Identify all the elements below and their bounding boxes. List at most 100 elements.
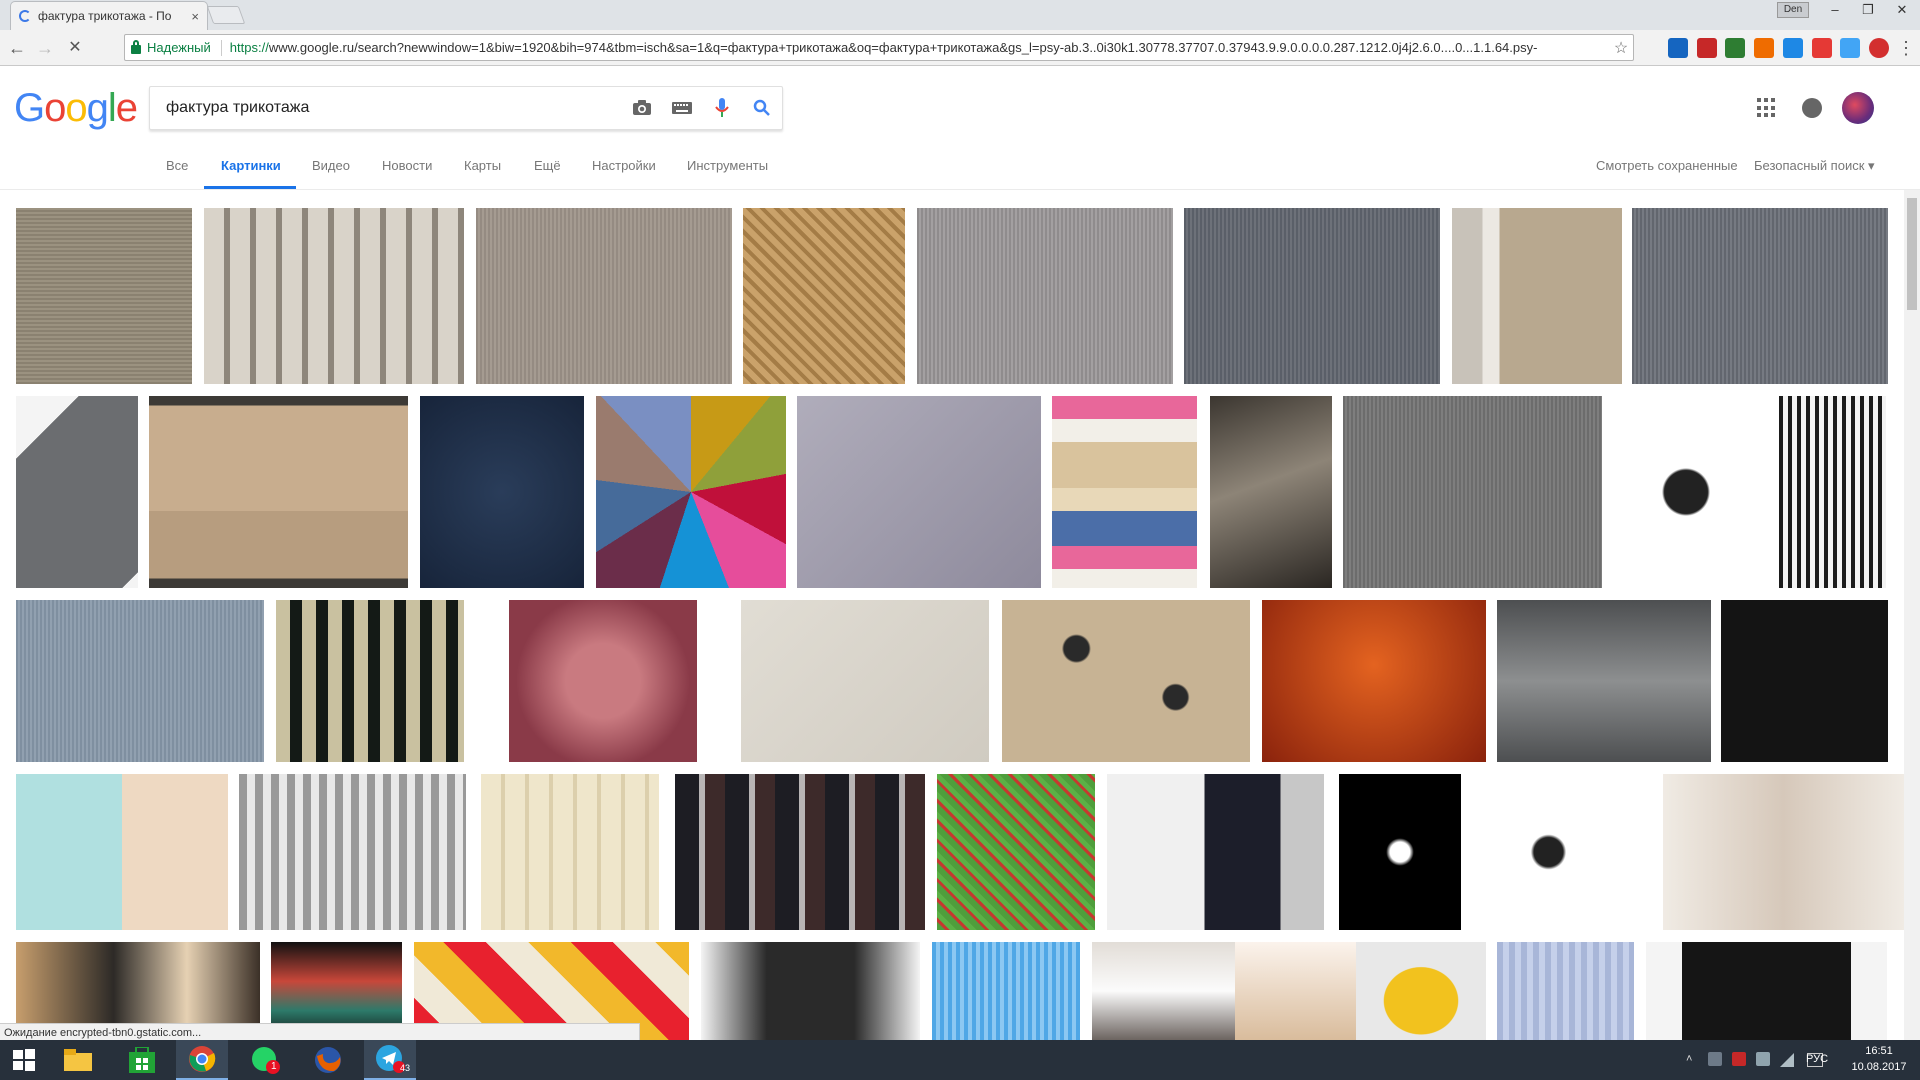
tab-images[interactable]: Картинки xyxy=(221,158,281,173)
tab-tools[interactable]: Инструменты xyxy=(687,158,768,173)
tab-close-icon[interactable]: × xyxy=(191,9,199,24)
saved-images-link[interactable]: Смотреть сохраненные xyxy=(1596,158,1738,173)
tab-more[interactable]: Ещё xyxy=(534,158,561,173)
start-button[interactable] xyxy=(0,1040,48,1080)
search-box[interactable]: фактура трикотажа xyxy=(149,86,783,130)
tab-maps[interactable]: Карты xyxy=(464,158,501,173)
image-result-fashion-sketch-figures[interactable] xyxy=(1663,774,1904,930)
scrollbar-thumb[interactable] xyxy=(1907,198,1917,310)
maximize-button[interactable]: ❐ xyxy=(1850,0,1886,20)
telegram-icon[interactable]: 43 xyxy=(364,1040,416,1080)
image-result-orange-knit[interactable] xyxy=(1262,600,1486,762)
image-result-blue-cable-knit[interactable] xyxy=(1497,942,1634,1040)
image-result-knit-pattern-chart[interactable] xyxy=(1779,396,1886,588)
volume-icon[interactable] xyxy=(1756,1052,1770,1066)
image-result-fashion-sketch[interactable] xyxy=(1235,942,1371,1040)
tab-video[interactable]: Видео xyxy=(312,158,350,173)
image-result-green-jacquard-knit[interactable] xyxy=(937,774,1095,930)
address-bar[interactable]: Надежный https://www.google.ru/search?ne… xyxy=(124,34,1634,61)
image-result-black-puff-sleeve[interactable] xyxy=(1646,942,1887,1040)
image-result-pink-boucle[interactable] xyxy=(509,600,697,762)
image-result-texture-beige-with-stripe[interactable] xyxy=(1452,208,1622,384)
image-result-leather-jacket-model[interactable] xyxy=(701,942,920,1040)
whatsapp-icon[interactable]: 1 xyxy=(240,1040,292,1080)
browser-tab[interactable]: фактура трикотажа - По × xyxy=(10,1,208,30)
image-result-black-cream-stripes[interactable] xyxy=(276,600,464,762)
extension-gift-icon[interactable] xyxy=(1812,38,1832,58)
minimize-button[interactable]: – xyxy=(1817,0,1853,20)
image-result-grey-cable-sweater[interactable] xyxy=(16,396,138,588)
profile-chip[interactable]: Den xyxy=(1777,2,1809,18)
stop-loading-icon[interactable]: ✕ xyxy=(64,37,86,59)
image-result-black-fabric[interactable] xyxy=(1721,600,1888,762)
image-result-knit-stitch-diagram[interactable] xyxy=(239,774,466,930)
image-result-fashion-dress-print[interactable] xyxy=(1107,774,1324,930)
image-result-texture-tan-diagonal-knit[interactable] xyxy=(743,208,905,384)
chrome-menu-icon[interactable]: ⋮ xyxy=(1895,37,1917,59)
chrome-taskbar-icon[interactable] xyxy=(176,1040,228,1080)
image-result-model-knit-dress[interactable] xyxy=(16,774,228,930)
image-result-woman-white-top[interactable] xyxy=(1092,942,1241,1040)
image-result-folded-knit-stack[interactable] xyxy=(1052,396,1197,588)
extension-blue-icon[interactable] xyxy=(1783,38,1803,58)
image-result-runway-models[interactable] xyxy=(675,774,925,930)
tab-all[interactable]: Все xyxy=(166,158,188,173)
camera-icon[interactable] xyxy=(622,88,662,128)
close-window-button[interactable]: ✕ xyxy=(1884,0,1920,20)
microphone-icon[interactable] xyxy=(702,88,742,128)
tray-expand-icon[interactable]: ˄ xyxy=(1686,1053,1696,1080)
image-result-blue-knit-closeup[interactable] xyxy=(932,942,1080,1040)
notifications-icon[interactable] xyxy=(1802,98,1822,118)
image-result-lilac-fabric[interactable] xyxy=(797,396,1041,588)
language-label[interactable]: РУС xyxy=(1806,1053,1828,1065)
image-result-fabric-color-swatches[interactable] xyxy=(596,396,786,588)
tab-news[interactable]: Новости xyxy=(382,158,432,173)
tray-app-icon[interactable] xyxy=(1708,1052,1722,1066)
url-text[interactable]: https://www.google.ru/search?newwindow=1… xyxy=(230,40,1609,55)
apps-grid-icon[interactable] xyxy=(1757,98,1777,118)
image-result-yellow-chunky-braid[interactable] xyxy=(1356,942,1486,1040)
image-result-lace-knit-chart[interactable] xyxy=(1614,396,1758,588)
forward-icon[interactable]: → xyxy=(34,37,56,59)
safesearch-menu[interactable]: Безопасный поиск ▾ xyxy=(1754,158,1875,174)
extension-record-icon[interactable] xyxy=(1869,38,1889,58)
image-result-texture-dark-grey-rib[interactable] xyxy=(1184,208,1440,384)
image-result-texture-grey-melange[interactable] xyxy=(1632,208,1888,384)
image-result-black-white-grunge-texture[interactable] xyxy=(1339,774,1461,930)
image-result-cream-cable-knit[interactable] xyxy=(481,774,659,930)
extension-vk-icon[interactable] xyxy=(1668,38,1688,58)
back-icon[interactable]: ← xyxy=(6,37,28,59)
image-result-grey-jersey[interactable] xyxy=(1343,396,1602,588)
image-result-texture-beige-knit[interactable] xyxy=(16,208,192,384)
keyboard-icon[interactable] xyxy=(662,88,702,128)
image-result-lace-pattern-chart[interactable] xyxy=(1480,774,1617,930)
tab-settings[interactable]: Настройки xyxy=(592,158,656,173)
bookmark-star-icon[interactable]: ☆ xyxy=(1609,38,1633,58)
avatar[interactable] xyxy=(1842,92,1874,124)
new-tab-button[interactable] xyxy=(206,6,246,24)
image-result-knit-lace-garment[interactable] xyxy=(1210,396,1332,588)
extension-shield-icon[interactable] xyxy=(1697,38,1717,58)
extension-orange-icon[interactable] xyxy=(1754,38,1774,58)
image-result-leopard-knit[interactable] xyxy=(1002,600,1250,762)
google-logo[interactable]: Google xyxy=(14,86,138,131)
image-result-linen-beige[interactable] xyxy=(741,600,989,762)
scrollbar[interactable] xyxy=(1904,190,1920,1040)
image-result-navy-wool[interactable] xyxy=(420,396,584,588)
image-result-grey-cord-applique[interactable] xyxy=(1497,600,1711,762)
image-result-texture-grey-rib[interactable] xyxy=(476,208,732,384)
image-result-blue-grey-knit[interactable] xyxy=(16,600,264,762)
search-icon[interactable] xyxy=(742,88,782,128)
image-result-knit-poncho-model[interactable] xyxy=(149,396,408,588)
image-result-texture-light-grey-rib[interactable] xyxy=(917,208,1173,384)
search-input[interactable]: фактура трикотажа xyxy=(166,99,622,117)
extension-green-icon[interactable] xyxy=(1725,38,1745,58)
extension-cloud-icon[interactable] xyxy=(1840,38,1860,58)
system-clock[interactable]: 16:51 10.08.2017 xyxy=(1844,1043,1914,1075)
image-result-texture-braided-cord[interactable] xyxy=(204,208,464,384)
firefox-icon[interactable] xyxy=(302,1040,354,1080)
network-icon[interactable] xyxy=(1780,1053,1794,1067)
file-explorer-icon[interactable] xyxy=(52,1040,104,1080)
store-icon[interactable] xyxy=(116,1040,168,1080)
tray-antivirus-icon[interactable] xyxy=(1732,1052,1746,1066)
